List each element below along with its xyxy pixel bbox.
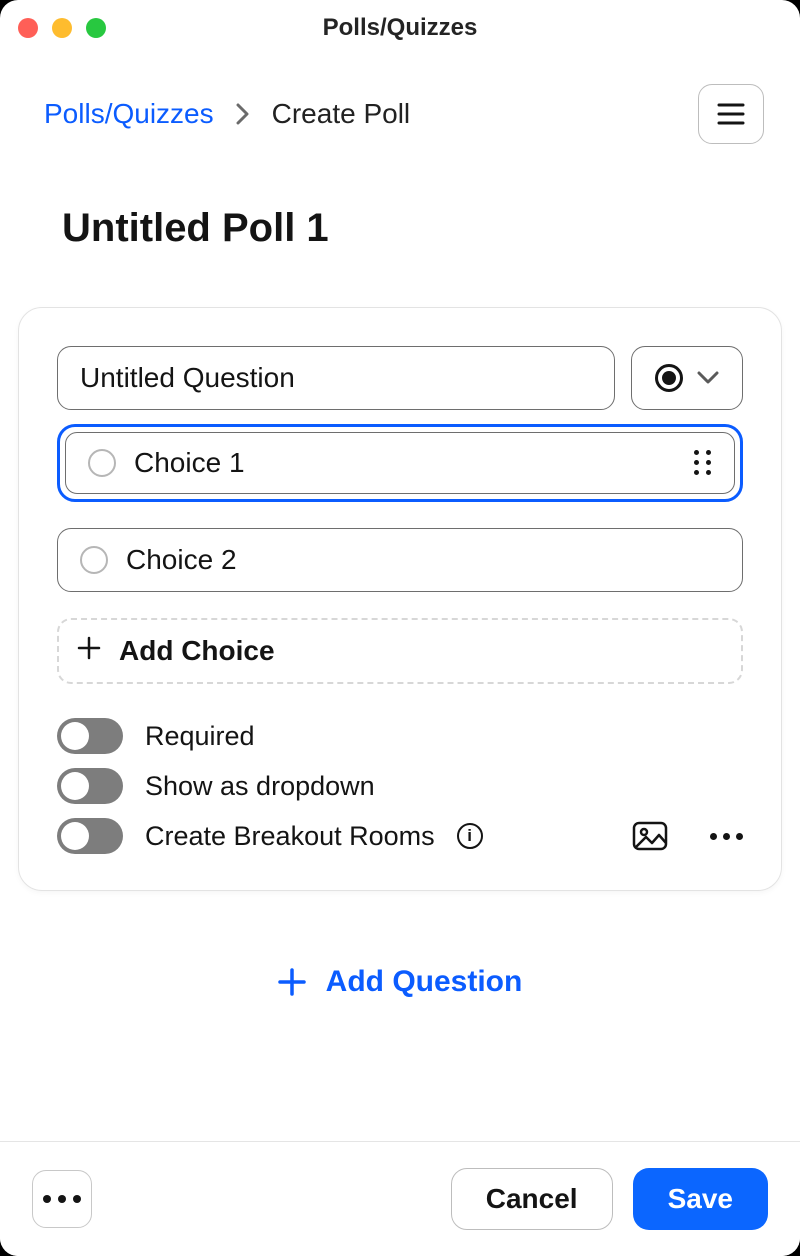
choice-label: Choice 1 — [134, 447, 245, 479]
radio-empty-icon — [80, 546, 108, 574]
add-choice-button[interactable]: Add Choice — [57, 618, 743, 684]
chevron-down-icon — [697, 371, 719, 385]
window-controls — [18, 18, 106, 38]
footer-more-button[interactable] — [32, 1170, 92, 1228]
app-window: Polls/Quizzes Polls/Quizzes Create Poll … — [0, 0, 800, 1256]
breadcrumb-current: Create Poll — [272, 98, 411, 130]
show-as-dropdown-toggle[interactable] — [57, 768, 123, 804]
breadcrumb-root-link[interactable]: Polls/Quizzes — [44, 98, 214, 130]
choice-row-active-wrap: Choice 1 — [57, 424, 743, 502]
cancel-button[interactable]: Cancel — [451, 1168, 613, 1230]
save-label: Save — [668, 1183, 733, 1215]
titlebar: Polls/Quizzes — [0, 0, 800, 56]
add-question-button[interactable]: Add Question — [0, 921, 800, 1055]
dropdown-label: Show as dropdown — [145, 771, 375, 802]
choice-label: Choice 2 — [126, 544, 237, 576]
image-icon[interactable] — [632, 821, 668, 851]
drag-handle-icon[interactable] — [694, 450, 712, 476]
plus-icon — [278, 968, 306, 996]
more-horizontal-icon — [43, 1195, 81, 1203]
choice-input-2[interactable]: Choice 2 — [57, 528, 743, 592]
content-area: Untitled Poll 1 Untitled Question Choice… — [0, 144, 800, 1141]
more-options-button[interactable] — [710, 833, 743, 840]
minimize-window-button[interactable] — [52, 18, 72, 38]
close-window-button[interactable] — [18, 18, 38, 38]
radio-empty-icon — [88, 449, 116, 477]
breadcrumb: Polls/Quizzes Create Poll — [44, 98, 410, 130]
question-options: Required Show as dropdown Create Breakou… — [57, 718, 743, 854]
topbar: Polls/Quizzes Create Poll — [0, 56, 800, 144]
add-question-label: Add Question — [326, 965, 523, 999]
breakout-label: Create Breakout Rooms — [145, 821, 435, 852]
required-label: Required — [145, 721, 255, 752]
required-toggle[interactable] — [57, 718, 123, 754]
save-button[interactable]: Save — [633, 1168, 768, 1230]
menu-button[interactable] — [698, 84, 764, 144]
question-type-select[interactable] — [631, 346, 743, 410]
add-choice-label: Add Choice — [119, 635, 275, 667]
footer: Cancel Save — [0, 1141, 800, 1256]
question-card: Untitled Question Choice 1 — [18, 307, 782, 891]
question-title-input[interactable]: Untitled Question — [57, 346, 615, 410]
choice-input-1[interactable]: Choice 1 — [65, 432, 735, 494]
window-title: Polls/Quizzes — [0, 14, 800, 42]
poll-title[interactable]: Untitled Poll 1 — [0, 144, 800, 251]
breakout-rooms-toggle[interactable] — [57, 818, 123, 854]
info-icon[interactable]: i — [457, 823, 483, 849]
cancel-label: Cancel — [486, 1183, 578, 1215]
chevron-right-icon — [236, 103, 250, 125]
single-choice-icon — [655, 364, 683, 392]
plus-icon — [77, 635, 101, 667]
question-title-text: Untitled Question — [80, 362, 295, 394]
fullscreen-window-button[interactable] — [86, 18, 106, 38]
